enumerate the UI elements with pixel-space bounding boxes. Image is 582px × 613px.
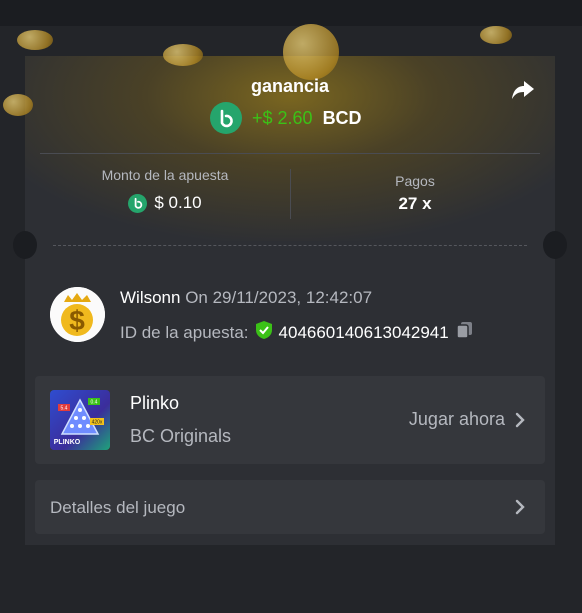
win-title: ganancia (250, 76, 330, 96)
thumb-badge: 5.4 (61, 406, 68, 412)
thumb-badge: 0.4 (91, 400, 98, 406)
bet-id-label: ID de la apuesta: (120, 322, 249, 342)
game-panel[interactable]: 5.4 0.4 420x PLINKO Plinko BC Originals … (35, 376, 545, 464)
bet-detail-card: ganancia +$ 2.60 BCD Monto de la apuesta… (3, 24, 567, 545)
decor-coin (480, 26, 512, 44)
thumb-badge: 420x (92, 420, 103, 426)
decor-coin (283, 24, 339, 80)
bet-amount-value-row: $ 0.10 (65, 193, 265, 213)
chevron-right-icon (515, 499, 525, 515)
payout-value: 27 x (398, 194, 432, 213)
decor-coin (163, 44, 203, 66)
game-thumbnail[interactable]: 5.4 0.4 420x PLINKO (50, 390, 110, 450)
bet-amount-stat: Monto de la apuesta $ 0.10 (65, 167, 265, 213)
game-details-label: Detalles del juego (50, 498, 186, 517)
username[interactable]: Wilsonn (120, 288, 180, 307)
ticket-notch-left (13, 231, 37, 259)
game-details-row[interactable]: Detalles del juego (35, 480, 545, 534)
decor-coin (3, 94, 33, 116)
bet-amount-value: $ 0.10 (154, 193, 202, 212)
shield-check-icon (255, 320, 273, 345)
dashed-divider (53, 245, 527, 246)
bc-coin-icon (210, 102, 242, 134)
bet-amount-label: Monto de la apuesta (101, 167, 229, 183)
play-now-label: Jugar ahora (408, 409, 505, 429)
decor-coin (17, 30, 53, 50)
chevron-right-icon (515, 412, 525, 427)
play-now-button[interactable]: Jugar ahora (409, 409, 525, 430)
copy-icon[interactable] (455, 320, 475, 345)
bet-id-row: ID de la apuesta: 404660140613042941 (120, 320, 475, 345)
payout-label: Pagos (395, 173, 435, 189)
ticket-notch-right (543, 231, 567, 259)
share-icon[interactable] (509, 76, 537, 104)
thumb-title: PLINKO (54, 439, 81, 446)
svg-text:$: $ (69, 305, 85, 336)
game-name: Plinko (130, 393, 180, 413)
payout-stat: Pagos 27 x (315, 173, 515, 214)
divider (40, 153, 540, 154)
win-amount-row: +$ 2.60 BCD (210, 102, 362, 134)
game-provider: BC Originals (130, 426, 232, 446)
bc-coin-icon (128, 193, 148, 213)
win-currency: BCD (322, 107, 362, 128)
bet-id-value: 404660140613042941 (278, 322, 449, 342)
bet-date: On 29/11/2023, 12:42:07 (185, 288, 373, 307)
bet-user-row: Wilsonn On 29/11/2023, 12:42:07 (120, 288, 372, 308)
stat-separator (290, 169, 291, 219)
user-avatar[interactable]: $ (50, 287, 105, 342)
win-amount: +$ 2.60 (252, 107, 313, 128)
